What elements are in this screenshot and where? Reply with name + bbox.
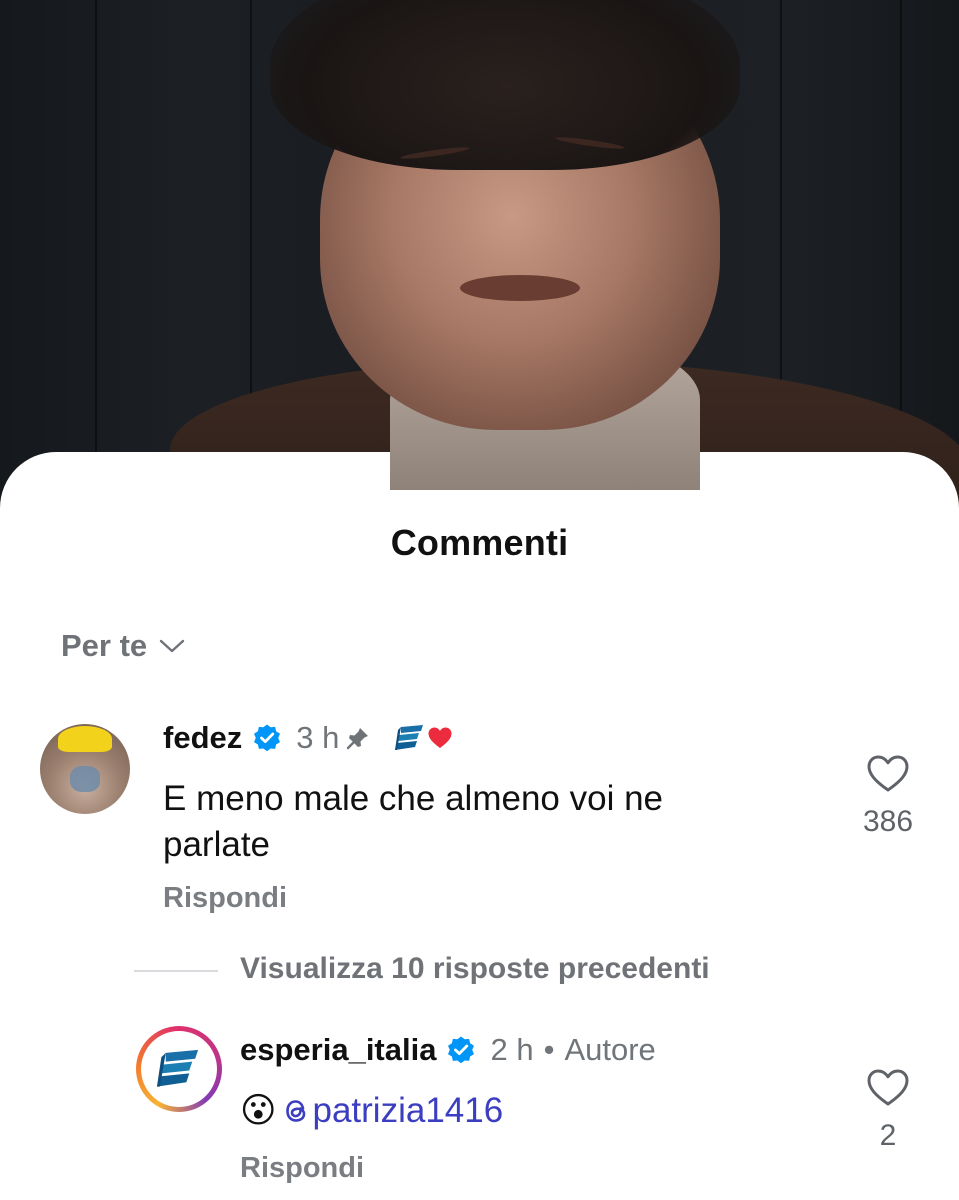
comment-text-line: E meno male che almeno voi ne	[163, 779, 663, 818]
like-button[interactable]: 386	[848, 754, 928, 839]
reply-username[interactable]: esperia_italia	[240, 1032, 436, 1068]
screen: Commenti Per te fedez 3 h E meno male ch…	[0, 0, 959, 1200]
sheet-title: Commenti	[390, 522, 569, 563]
mention-link[interactable]: patrizia1416	[281, 1088, 504, 1134]
verified-badge-icon	[252, 723, 282, 753]
reply-time: 2 h	[490, 1032, 534, 1067]
sort-label: Per te	[61, 628, 148, 663]
like-count: 2	[879, 1119, 897, 1152]
mention-username[interactable]: patrizia1416	[313, 1088, 504, 1134]
reply-button[interactable]: Rispondi	[163, 882, 287, 915]
sort-dropdown[interactable]: Per te	[61, 628, 185, 664]
heart-icon	[427, 726, 453, 750]
reply-button[interactable]: Rispondi	[240, 1152, 364, 1185]
comment-text-line: parlate	[163, 825, 271, 864]
thread-divider	[134, 970, 218, 972]
reply-text: 😮 patrizia1416	[240, 1088, 503, 1134]
view-replies-button[interactable]: Visualizza 10 risposte precedenti	[240, 952, 710, 986]
surprised-emoji: 😮	[240, 1091, 277, 1130]
reply-header: esperia_italia 2 h • Autore	[240, 1032, 656, 1068]
comment-username[interactable]: fedez	[163, 720, 242, 756]
avatar-fedez[interactable]	[40, 724, 130, 814]
video-mouth	[460, 275, 580, 301]
backdrop-panel	[95, 0, 97, 520]
comments-sheet: Commenti Per te fedez 3 h E meno male ch…	[0, 452, 959, 1200]
heart-outline-icon[interactable]	[866, 1068, 910, 1113]
comment-text: E meno male che almeno voi ne parlate	[163, 776, 663, 868]
avatar-esperia-italia[interactable]	[136, 1026, 222, 1112]
video-hair	[270, 0, 740, 170]
like-count: 386	[862, 805, 914, 838]
chevron-down-icon	[159, 638, 185, 654]
author-label: Autore	[564, 1032, 656, 1067]
meta-separator: •	[543, 1032, 555, 1067]
avatar-tattoo	[70, 766, 100, 792]
comment-time: 3 h	[296, 720, 340, 755]
heart-outline-icon[interactable]	[866, 754, 910, 799]
pin-icon	[345, 725, 371, 751]
avatar-cap	[58, 726, 112, 752]
reel-video[interactable]	[0, 0, 959, 560]
esperia-logo-icon	[146, 1036, 212, 1102]
threads-icon	[281, 1094, 311, 1128]
verified-badge-icon	[446, 1035, 476, 1065]
like-button[interactable]: 2	[848, 1068, 928, 1153]
esperia-logo-icon	[393, 724, 427, 752]
comment-header: fedez 3 h	[163, 720, 453, 756]
